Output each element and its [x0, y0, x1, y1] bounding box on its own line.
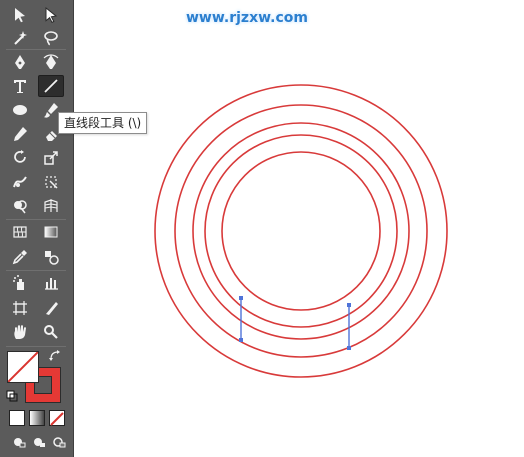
default-fill-stroke-button[interactable] — [4, 389, 20, 403]
symbol-sprayer-tool[interactable] — [7, 272, 33, 294]
mesh-icon — [13, 226, 27, 238]
third-circle[interactable] — [192, 122, 410, 340]
tool-row-artboard-slice — [4, 297, 68, 321]
ellipse-icon — [13, 105, 27, 115]
scale-tool[interactable] — [38, 147, 64, 169]
shape-builder-icon — [14, 200, 27, 214]
tool-row-selection — [4, 4, 68, 28]
pen-icon — [15, 55, 25, 69]
scale-icon — [44, 151, 58, 165]
curvature-pen-icon — [43, 54, 59, 69]
selected-line-segments — [239, 296, 351, 350]
tool-row-symbol-graph — [4, 272, 68, 296]
direct-selection-icon — [45, 6, 58, 23]
blend-icon — [45, 251, 59, 265]
lasso-tool[interactable] — [38, 27, 64, 49]
swap-arrows-icon — [49, 350, 60, 361]
free-transform-tool[interactable] — [38, 171, 64, 193]
rotate-icon — [14, 150, 26, 163]
normal-draw-mode-button[interactable] — [10, 434, 28, 450]
tool-row-shape-perspective — [4, 195, 68, 219]
inner-circle[interactable] — [221, 151, 381, 311]
pencil-tool[interactable] — [7, 123, 33, 145]
fill-stroke-controls — [0, 346, 74, 457]
artboard-tool[interactable] — [7, 297, 33, 319]
draw-behind-icon — [34, 438, 45, 447]
tool-row-magic-lasso — [4, 27, 68, 51]
toolbar-separator — [6, 219, 66, 220]
tools-panel — [0, 0, 74, 457]
column-graph-icon — [45, 278, 58, 290]
tool-row-type-line — [4, 75, 68, 99]
tool-row-rotate-scale — [4, 147, 68, 171]
shape-builder-tool[interactable] — [7, 195, 33, 217]
tool-row-mesh-gradient — [4, 221, 68, 245]
line-segment-tool[interactable] — [38, 75, 64, 97]
pencil-icon — [14, 127, 27, 141]
fill-swatch[interactable] — [7, 351, 39, 383]
column-graph-tool[interactable] — [38, 272, 64, 294]
selection-arrow-icon — [15, 8, 25, 23]
draw-inside-mode-button[interactable] — [50, 434, 68, 450]
selection-tool[interactable] — [7, 4, 33, 26]
gradient-mode-button[interactable] — [29, 410, 45, 426]
zoom-tool[interactable] — [38, 321, 64, 343]
hand-icon — [14, 325, 26, 339]
line-segment-icon — [44, 79, 58, 93]
type-tool[interactable] — [7, 75, 33, 97]
eyedropper-tool[interactable] — [7, 246, 33, 268]
magic-wand-tool[interactable] — [7, 27, 33, 49]
tool-row-hand-zoom — [4, 321, 68, 345]
slice-icon — [46, 302, 58, 315]
lasso-icon — [44, 31, 58, 46]
perspective-grid-tool[interactable] — [38, 195, 64, 217]
anchor-point[interactable] — [347, 346, 351, 350]
none-mode-button[interactable] — [49, 410, 65, 426]
pen-tool[interactable] — [7, 51, 33, 73]
direct-selection-tool[interactable] — [38, 4, 64, 26]
artboard-canvas[interactable] — [74, 0, 524, 457]
anchor-point[interactable] — [239, 296, 243, 300]
zoom-icon — [44, 325, 58, 339]
outer-circle[interactable] — [154, 84, 448, 378]
anchor-point[interactable] — [347, 303, 351, 307]
toolbar-separator — [6, 49, 66, 50]
warp-icon — [13, 176, 27, 188]
color-mode-button[interactable] — [9, 410, 25, 426]
symbol-sprayer-icon — [13, 275, 24, 290]
curvature-tool[interactable] — [38, 51, 64, 73]
toolbar-separator — [6, 270, 66, 271]
none-fill-slash-icon — [8, 352, 38, 382]
blend-tool[interactable] — [38, 246, 64, 268]
draw-inside-icon — [53, 437, 66, 448]
warp-tool[interactable] — [7, 171, 33, 193]
perspective-grid-icon — [44, 199, 58, 212]
eyedropper-icon — [12, 250, 27, 265]
artboard-icon — [13, 301, 27, 315]
anchor-point[interactable] — [239, 338, 243, 342]
draw-normal-icon — [14, 438, 26, 448]
line-tool-tooltip: 直线段工具 (\) — [58, 112, 148, 134]
concentric-circles — [154, 84, 448, 378]
default-colors-icon — [6, 390, 18, 402]
hand-tool[interactable] — [7, 321, 33, 343]
mesh-tool[interactable] — [7, 221, 33, 243]
type-icon — [14, 80, 26, 93]
rotate-tool[interactable] — [7, 147, 33, 169]
magic-wand-icon — [14, 31, 27, 45]
tool-row-pen — [4, 51, 68, 75]
fourth-circle[interactable] — [204, 134, 398, 328]
illustrator-window: 直线段工具 (\) www.rjzxw.com — [0, 0, 524, 457]
second-circle[interactable] — [174, 104, 428, 358]
slice-tool[interactable] — [38, 297, 64, 319]
ellipse-tool[interactable] — [7, 99, 33, 121]
swap-fill-stroke-button[interactable] — [47, 349, 63, 363]
gradient-tool[interactable] — [38, 221, 64, 243]
none-slash-icon — [50, 412, 64, 426]
gradient-icon — [44, 226, 58, 238]
free-transform-icon — [45, 176, 58, 189]
tool-row-warp-transform — [4, 171, 68, 195]
tool-row-eyedropper-blend — [4, 246, 68, 270]
draw-behind-mode-button[interactable] — [30, 434, 48, 450]
